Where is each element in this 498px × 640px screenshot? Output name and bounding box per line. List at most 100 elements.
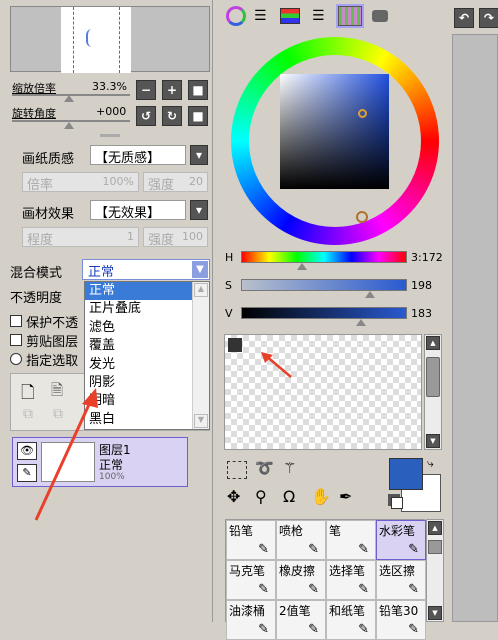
rect-select-icon[interactable]	[227, 461, 247, 479]
undo-button[interactable]: ↶	[454, 8, 474, 28]
rotate-slider-thumb[interactable]	[64, 122, 74, 129]
scratchpad-scroll-down[interactable]: ▼	[426, 434, 440, 448]
tool-scroll-thumb[interactable]	[428, 540, 442, 554]
h-slider[interactable]	[241, 251, 407, 263]
protect-checkbox-row[interactable]: 保护不透	[10, 312, 78, 331]
h-slider-thumb[interactable]	[297, 263, 308, 270]
scroll-down-arrow[interactable]: ▼	[194, 414, 208, 428]
dropdown-scrollbar[interactable]: ▲ ▼	[192, 282, 209, 429]
select-source-radio[interactable]	[10, 353, 22, 365]
canvas-background[interactable]	[452, 34, 498, 622]
tool-label: 铅笔	[229, 524, 254, 538]
tool-scrollbar[interactable]: ▲ ▼	[426, 519, 444, 622]
zoom-icon[interactable]: ⚲	[255, 487, 267, 506]
scratchpad-scrollbar[interactable]: ▲ ▼	[424, 334, 442, 450]
tool-row2-2[interactable]: 选择笔 ✎	[326, 560, 376, 600]
rotate-value[interactable]: +000	[96, 105, 126, 118]
select-source-row[interactable]: 指定选取	[10, 350, 78, 369]
paper-dropdown-button[interactable]: ▾	[190, 145, 208, 165]
v-slider[interactable]	[241, 307, 407, 319]
effect-level-label: 程度	[27, 233, 54, 248]
brush-icon: ✎	[358, 542, 369, 557]
protect-label: 保护不透	[26, 316, 79, 331]
clip-checkbox[interactable]	[10, 334, 22, 346]
rgb-slider-tab-icon[interactable]: ☰	[254, 8, 267, 24]
s-slider[interactable]	[241, 279, 407, 291]
rotate-icon[interactable]: Ω	[283, 487, 295, 506]
paper-strength-field: 强度 20	[143, 172, 208, 193]
hue-ring-marker[interactable]	[356, 211, 368, 223]
rotate-label: 旋转角度	[12, 107, 56, 120]
effect-select[interactable]: 【无效果】	[90, 200, 186, 221]
scratchpad-scroll-up[interactable]: ▲	[426, 336, 440, 350]
blend-select[interactable]: 正常 ▼	[82, 259, 210, 280]
blend-option[interactable]: 覆盖	[85, 337, 193, 355]
scroll-up-arrow[interactable]: ▲	[194, 283, 208, 297]
tool-row3-0[interactable]: 油漆桶 ✎	[226, 600, 276, 640]
mixer-tab-icon[interactable]: ☰	[312, 8, 325, 24]
paper-rate-value: 100%	[102, 175, 134, 188]
tool-label: 和纸笔	[329, 604, 366, 618]
h-value[interactable]: 3:172	[411, 251, 443, 264]
hsv-slider-tab-icon[interactable]	[280, 8, 300, 24]
tool-row3-2[interactable]: 和纸笔 ✎	[326, 600, 376, 640]
default-colors-icon[interactable]	[391, 497, 403, 509]
move-icon[interactable]: ✥	[227, 487, 240, 506]
zoom-out-button[interactable]: −	[136, 80, 156, 100]
redo-button[interactable]: ↷	[479, 8, 498, 28]
blend-option[interactable]: 正常	[85, 282, 193, 301]
eyedropper-icon[interactable]: ✒	[339, 487, 352, 506]
tool-row1-3[interactable]: 水彩笔 ✎	[376, 520, 426, 560]
tool-row3-1[interactable]: 2值笔 ✎	[276, 600, 326, 640]
lasso-icon[interactable]: ➰	[255, 459, 274, 477]
scratchpad-color-swatch[interactable]	[228, 338, 242, 352]
tool-scroll-down[interactable]: ▼	[428, 606, 442, 620]
zoom-reset-button[interactable]: ■	[188, 80, 208, 100]
rotate-right-button[interactable]: ↻	[162, 106, 182, 126]
clip-checkbox-row[interactable]: 剪贴图层	[10, 331, 78, 350]
tool-row1-1[interactable]: 喷枪 ✎	[276, 520, 326, 560]
tool-row1-0[interactable]: 铅笔 ✎	[226, 520, 276, 560]
effect-dropdown-button[interactable]: ▾	[190, 200, 208, 220]
tool-row3-3[interactable]: 铅笔30 ✎	[376, 600, 426, 640]
blend-option[interactable]: 正片叠底	[85, 300, 193, 318]
hand-icon[interactable]: ✋	[311, 487, 331, 506]
zoom-value[interactable]: 33.3%	[92, 80, 127, 93]
zoom-slider-thumb[interactable]	[64, 95, 74, 102]
rotate-reset-button[interactable]: ■	[188, 106, 208, 126]
blend-option[interactable]: 滤色	[85, 319, 193, 337]
magic-wand-icon[interactable]: ⚚	[283, 459, 296, 477]
sv-marker[interactable]	[358, 109, 367, 118]
paper-select[interactable]: 【无质感】	[90, 145, 186, 166]
v-label: V	[225, 307, 233, 320]
scratchpad-tab-icon[interactable]	[372, 10, 388, 22]
swatch-tab-icon[interactable]	[338, 6, 362, 26]
panel-splitter[interactable]	[214, 0, 220, 622]
color-wheel-tab-icon[interactable]	[226, 6, 246, 26]
brush-icon: ✎	[258, 542, 269, 557]
tool-row2-3[interactable]: 选区擦 ✎	[376, 560, 426, 600]
scratchpad-arrow	[261, 352, 292, 378]
rotate-left-button[interactable]: ↺	[136, 106, 156, 126]
blend-select-value: 正常	[88, 265, 115, 280]
swap-colors-icon[interactable]: ⤷	[427, 456, 434, 471]
tool-label: 笔	[329, 524, 342, 538]
s-slider-thumb[interactable]	[365, 291, 376, 298]
sv-square[interactable]	[280, 74, 389, 189]
v-slider-thumb[interactable]	[355, 319, 366, 326]
s-value[interactable]: 198	[411, 279, 432, 292]
navigator-preview[interactable]	[10, 6, 210, 73]
foreground-color-swatch[interactable]	[389, 458, 423, 490]
scratchpad[interactable]	[224, 334, 422, 450]
blend-option[interactable]: 发光	[85, 356, 193, 374]
tool-row2-1[interactable]: 橡皮擦 ✎	[276, 560, 326, 600]
tool-label: 马克笔	[229, 564, 266, 578]
zoom-in-button[interactable]: +	[162, 80, 182, 100]
canvas-area: ↶ ↷	[449, 0, 498, 622]
protect-checkbox[interactable]	[10, 315, 22, 327]
v-value[interactable]: 183	[411, 307, 432, 320]
tool-scroll-up[interactable]: ▲	[428, 521, 442, 535]
scratchpad-scroll-thumb[interactable]	[426, 357, 440, 397]
tool-row1-2[interactable]: 笔 ✎	[326, 520, 376, 560]
tool-row2-0[interactable]: 马克笔 ✎	[226, 560, 276, 600]
